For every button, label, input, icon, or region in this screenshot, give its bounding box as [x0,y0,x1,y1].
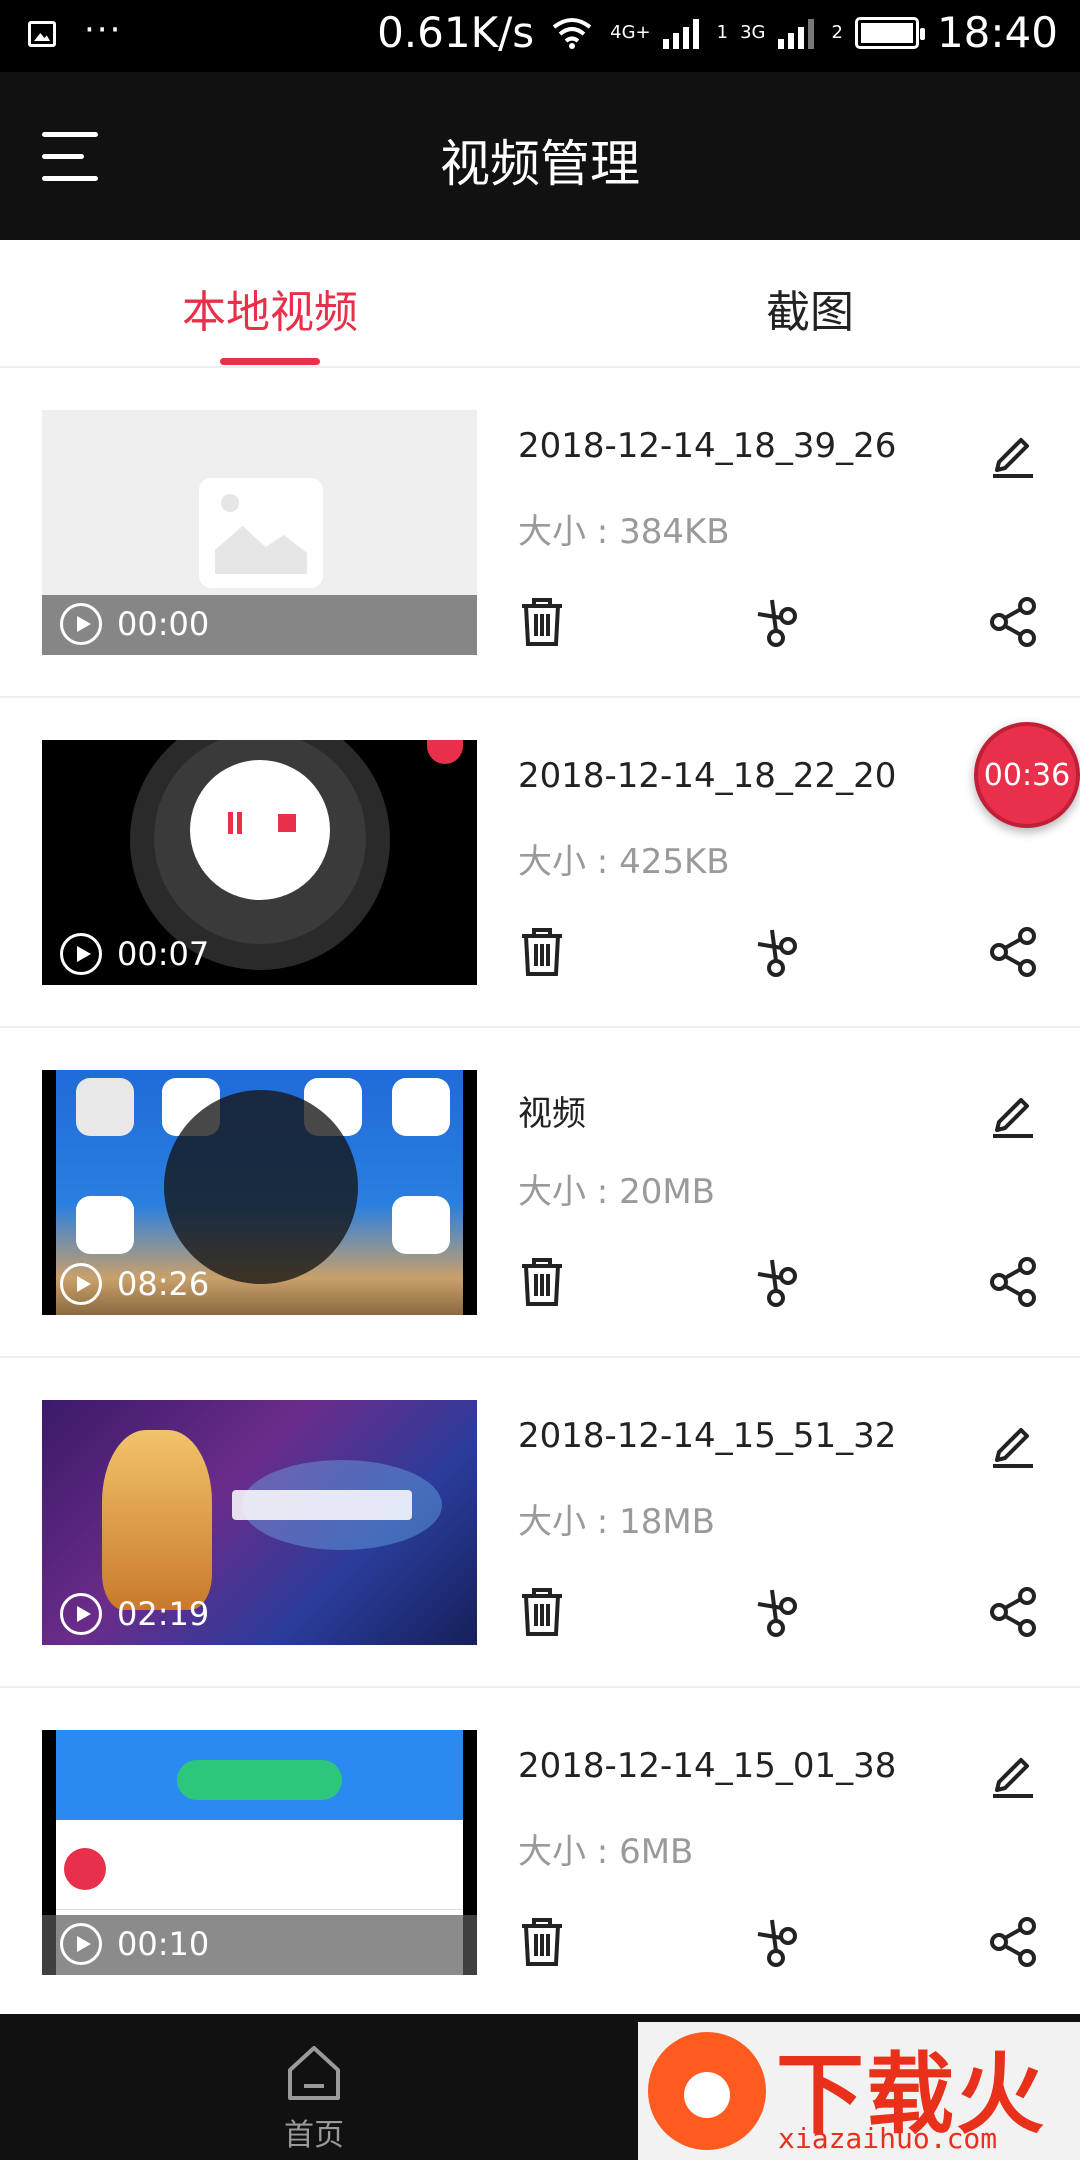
watermark: 下载火 xiazaihuo.com [638,2022,1080,2160]
list-item[interactable]: 02:19 2018-12-14_15_51_32 大小 : 18MB [0,1358,1080,1688]
scissors-icon[interactable] [752,924,808,980]
video-size: 大小 : 20MB [518,1172,715,1212]
video-size: 大小 : 425KB [518,842,730,882]
video-thumbnail[interactable]: 00:07 [42,740,477,985]
trash-icon[interactable] [514,1584,570,1640]
share-icon[interactable] [985,924,1041,980]
tab-local-videos[interactable]: 本地视频 [0,276,540,340]
edit-icon[interactable] [985,1746,1041,1802]
video-size: 大小 : 6MB [518,1832,694,1872]
video-name: 2018-12-14_15_51_32 [518,1416,897,1456]
video-size: 大小 : 18MB [518,1502,715,1542]
image-placeholder-icon [199,478,323,588]
sim2-signal-icon [777,17,814,49]
trash-icon[interactable] [514,594,570,650]
network-speed: 0.61K/s [377,8,535,57]
list-item[interactable]: 00:00 2018-12-14_18_39_26 大小 : 384KB [0,368,1080,698]
edit-icon[interactable] [985,1086,1041,1142]
video-size: 大小 : 384KB [518,512,730,552]
sim1-slot: 1 [716,22,729,43]
share-icon[interactable] [985,1914,1041,1970]
video-name: 2018-12-14_15_01_38 [518,1746,897,1786]
trash-icon[interactable] [514,1254,570,1310]
tab-screenshots[interactable]: 截图 [540,276,1080,340]
trash-icon[interactable] [514,924,570,980]
list-item[interactable]: 00:07 2018-12-14_18_22_20 大小 : 425KB [0,698,1080,1028]
play-icon[interactable] [60,933,102,975]
tab-indicator [220,358,320,365]
video-list: 00:00 2018-12-14_18_39_26 大小 : 384KB 00:… [0,368,1080,2018]
play-icon[interactable] [60,603,102,645]
video-thumbnail[interactable]: 00:00 [42,410,477,655]
more-notifications-icon: ··· [84,10,123,50]
video-name: 2018-12-14_18_22_20 [518,756,897,796]
share-icon[interactable] [985,1584,1041,1640]
list-item[interactable]: 08:26 视频 大小 : 20MB [0,1028,1080,1358]
page-title: 视频管理 [440,135,640,193]
share-icon[interactable] [985,594,1041,650]
scissors-icon[interactable] [752,1254,808,1310]
video-thumbnail[interactable]: 02:19 [42,1400,477,1645]
share-icon[interactable] [985,1254,1041,1310]
play-icon[interactable] [60,1593,102,1635]
edit-icon[interactable] [985,1416,1041,1472]
video-thumbnail[interactable]: 08:26 [42,1070,477,1315]
watermark-logo [648,2032,766,2150]
sim2-slot: 2 [831,22,843,43]
list-item[interactable]: 00:10 2018-12-14_15_01_38 大小 : 6MB [0,1688,1080,2018]
trash-icon[interactable] [514,1914,570,1970]
pause-icon [228,812,242,834]
video-duration: 00:00 [117,605,210,643]
gallery-notification-icon [28,21,56,47]
video-duration: 00:10 [117,1925,210,1963]
video-duration: 00:07 [117,935,210,973]
watermark-url: xiazaihuo.com [778,2122,998,2155]
wifi-icon [552,17,592,49]
video-name: 2018-12-14_18_39_26 [518,426,897,466]
status-bar: ··· 0.61K/s 4G+ 1 3G 2 18:40 [0,0,1080,72]
scissors-icon[interactable] [752,594,808,650]
stop-icon [278,814,296,832]
scissors-icon[interactable] [752,1584,808,1640]
play-icon[interactable] [60,1263,102,1305]
scissors-icon[interactable] [752,1914,808,1970]
sim1-signal-icon [662,17,699,49]
video-thumbnail[interactable]: 00:10 [42,1730,477,1975]
sim1-network-type: 4G+ [610,22,651,43]
clock: 18:40 [936,8,1058,57]
home-icon[interactable] [284,2044,344,2102]
battery-icon [854,16,925,49]
tab-bar: 本地视频 截图 [0,240,1080,368]
thumbnail-overlay-bar [42,595,477,655]
nav-home-label[interactable]: 首页 [254,2110,374,2154]
floating-record-timer[interactable]: 00:36 [974,722,1080,828]
thumbnail-overlay-bar [42,1915,477,1975]
play-icon[interactable] [60,1923,102,1965]
video-duration: 08:26 [117,1265,210,1303]
app-bar: 视频管理 [0,72,1080,240]
sim2-network-type: 3G [740,22,766,43]
video-name: 视频 [518,1094,586,1134]
edit-icon[interactable] [985,426,1041,482]
video-duration: 02:19 [117,1595,210,1633]
